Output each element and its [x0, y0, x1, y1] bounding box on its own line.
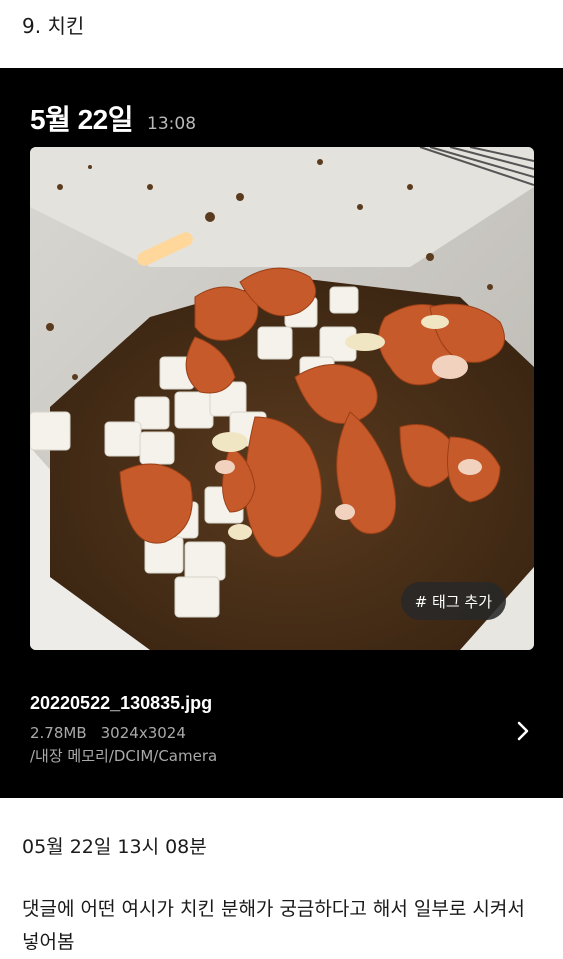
post-body: 댓글에 어떤 여시가 치킨 분해가 궁금하다고 해서 일부로 시켜서 넣어봄 [22, 898, 525, 953]
photo-time: 13:08 [147, 114, 197, 134]
chevron-right-icon [517, 721, 529, 741]
photo-thumbnail[interactable]: # 태그 추가 [30, 147, 534, 650]
add-tag-button[interactable]: # 태그 추가 [400, 582, 506, 620]
section-title: 9. 치킨 [22, 14, 85, 38]
file-path: /내장 메모리/DCIM/Camera [30, 747, 218, 765]
file-size: 2.78MB [30, 724, 87, 742]
photo-date-row: 5월 22일 13:08 [30, 98, 196, 138]
file-info: 20220522_130835.jpg 2.78MB 3024x3024 /내장 … [30, 693, 217, 768]
post-timestamp: 05월 22일 13시 08분 [22, 836, 207, 858]
photo-date: 5월 22일 [30, 104, 134, 135]
photo-info-card: 5월 22일 13:08 # 태그 추가 20220522_130835.jpg… [0, 68, 563, 798]
file-resolution: 3024x3024 [100, 724, 186, 742]
add-tag-label: # 태그 추가 [414, 592, 492, 611]
photo-image [30, 147, 534, 650]
file-details-button[interactable] [511, 716, 535, 746]
file-name: 20220522_130835.jpg [30, 693, 213, 713]
file-meta-row: 2.78MB 3024x3024 [30, 722, 217, 745]
